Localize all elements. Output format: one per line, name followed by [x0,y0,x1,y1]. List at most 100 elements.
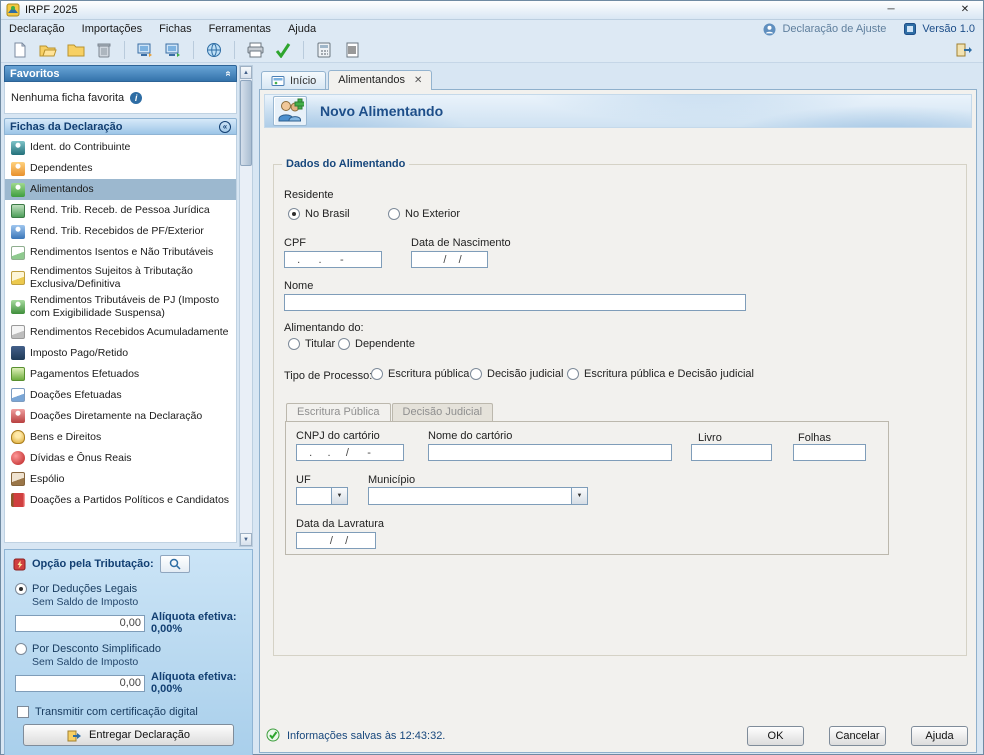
sidebar-item-ident-contribuinte[interactable]: Ident. do Contribuinte [5,137,236,158]
scroll-up-icon[interactable]: ▲ [240,66,252,79]
help-button[interactable]: Ajuda [911,726,968,746]
radio-dependente[interactable]: Dependente [338,338,415,350]
sidebar-item-rend-pj[interactable]: Rend. Trib. Receb. de Pessoa Jurídica [5,200,236,221]
main-area: Início Alimentandos ✕ [253,63,983,755]
sidebar-item-rend-pf-exterior[interactable]: Rend. Trib. Recebidos de PF/Exterior [5,221,236,242]
aliquota-deducoes-label: Alíquota efetiva: 0,00% [151,611,244,635]
tab-escritura-publica[interactable]: Escritura Pública [286,403,391,422]
tab-inicio[interactable]: Início [261,71,326,89]
folhas-input[interactable] [793,444,866,461]
municipio-value [369,488,571,504]
menubar: Declaração Importações Fichas Ferramenta… [1,20,983,38]
collapse-fichas-icon[interactable]: « [219,121,231,133]
delete-declaration-button[interactable] [91,39,117,61]
sidebar-item-doacoes-diretas[interactable]: Doações Diretamente na Declaração [5,405,236,426]
online-services-icon [206,42,222,58]
open-declaration-icon [39,42,57,58]
new-declaration-button[interactable] [7,39,33,61]
radio-escritura-publica[interactable]: Escritura pública [371,368,469,380]
tributacao-icon [13,558,26,571]
nome-input[interactable] [284,294,746,311]
cancel-button[interactable]: Cancelar [829,726,886,746]
verify-pendencies-icon [275,42,291,58]
minimize-button[interactable]: ─ [878,3,904,18]
sidebar-item-imposto-pago[interactable]: Imposto Pago/Retido [5,342,236,363]
sidebar-item-doacoes-partidos[interactable]: Doações a Partidos Políticos e Candidato… [5,489,236,510]
simplificado-value-row: Alíquota efetiva: 0,00% [15,671,244,695]
transmit-checkbox[interactable]: Transmitir com certificação digital [17,706,244,718]
open-declaration-button[interactable] [35,39,61,61]
sidebar-item-doacoes[interactable]: Doações Efetuadas [5,384,236,405]
online-services-button[interactable] [201,39,227,61]
dropdown-arrow-icon[interactable]: ▼ [571,488,587,504]
sidebar-item-rend-exclusiva[interactable]: Rendimentos Sujeitos à Tributação Exclus… [5,263,236,292]
processo-subtabs: Escritura Pública Decisão Judicial [286,403,493,421]
menu-ajuda[interactable]: Ajuda [288,23,316,35]
search-ficha-button[interactable] [160,555,190,573]
folder-button[interactable] [63,39,89,61]
menu-importacoes[interactable]: Importações [82,23,143,35]
receipt-button[interactable] [339,39,365,61]
tab-alimentandos[interactable]: Alimentandos ✕ [328,70,432,90]
uf-select[interactable]: ▼ [296,487,348,505]
radio-decisao-judicial[interactable]: Decisão judicial [470,368,563,380]
toolbar-separator [193,41,194,59]
close-button[interactable]: ✕ [952,3,978,18]
sidebar-item-dependentes[interactable]: Dependentes [5,158,236,179]
close-tab-icon[interactable]: ✕ [414,75,422,86]
sidebar-item-rend-acumulado[interactable]: Rendimentos Recebidos Acumuladamente [5,321,236,342]
version-label: Versão 1.0 [922,23,975,35]
radio-desconto-simplificado[interactable]: Por Desconto Simplificado [15,643,244,655]
calculator-button[interactable] [311,39,337,61]
radio-no-brasil[interactable]: No Brasil [288,208,350,220]
radio-label: Dependente [355,338,415,350]
ok-button[interactable]: OK [747,726,804,746]
group-title: Dados do Alimentando [282,158,409,170]
sidebar-item-alimentandos[interactable]: Alimentandos [5,179,236,200]
radio-escritura-e-decisao[interactable]: Escritura pública e Decisão judicial [567,368,754,380]
cnpj-cartorio-label: CNPJ do cartório [296,430,380,442]
radio-titular[interactable]: Titular [288,338,335,350]
import-declaration-button[interactable] [132,39,158,61]
sidebar-scrollbar[interactable]: ▲ ▼ [239,65,253,547]
nome-cartorio-label: Nome do cartório [428,430,512,442]
menu-declaracao[interactable]: Declaração [9,23,65,35]
sidebar-item-rend-isentos[interactable]: Rendimentos Isentos e Não Tributáveis [5,242,236,263]
sidebar-item-rend-suspensa[interactable]: Rendimentos Tributáveis de PJ (Imposto c… [5,292,236,321]
scroll-down-icon[interactable]: ▼ [240,533,252,546]
import-data-button[interactable] [160,39,186,61]
sidebar: Favoritos « Nenhuma ficha favorita i Fic… [1,63,253,755]
radio-deducoes-legais[interactable]: Por Deduções Legais [15,583,244,595]
tax-paid-icon [11,346,25,360]
collapse-favorites-icon[interactable]: « [223,71,234,77]
alimentandos-content: Novo Alimentando Dados do Alimentando Re… [259,89,977,753]
cpf-input[interactable] [284,251,382,268]
sidebar-item-label: Doações a Partidos Políticos e Candidato… [30,494,229,507]
municipio-select[interactable]: ▼ [368,487,588,505]
verify-pendencies-button[interactable] [270,39,296,61]
nome-cartorio-input[interactable] [428,444,672,461]
footer-buttons: OK Cancelar Ajuda [722,726,968,746]
nascimento-input[interactable] [411,251,488,268]
scrollbar-thumb[interactable] [240,80,252,166]
toolbar-separator [234,41,235,59]
cnpj-cartorio-input[interactable] [296,444,404,461]
tab-decisao-judicial[interactable]: Decisão Judicial [392,403,493,421]
livro-input[interactable] [691,444,772,461]
imposto-deducoes-input[interactable] [15,615,145,632]
menu-fichas[interactable]: Fichas [159,23,191,35]
print-button[interactable] [242,39,268,61]
sidebar-item-espolio[interactable]: Espólio [5,468,236,489]
deliver-declaration-button[interactable]: Entregar Declaração [23,724,234,746]
exit-button[interactable] [951,39,977,61]
toolbar-separator [303,41,304,59]
sidebar-item-dividas[interactable]: Dívidas e Ônus Reais [5,447,236,468]
sidebar-item-bens-direitos[interactable]: Bens e Direitos [5,426,236,447]
dropdown-arrow-icon[interactable]: ▼ [331,488,347,504]
lavratura-input[interactable] [296,532,376,549]
menu-ferramentas[interactable]: Ferramentas [209,23,271,35]
imposto-simplificado-input[interactable] [15,675,145,692]
sidebar-item-pagamentos[interactable]: Pagamentos Efetuados [5,363,236,384]
info-icon[interactable]: i [130,92,142,104]
radio-no-exterior[interactable]: No Exterior [388,208,460,220]
